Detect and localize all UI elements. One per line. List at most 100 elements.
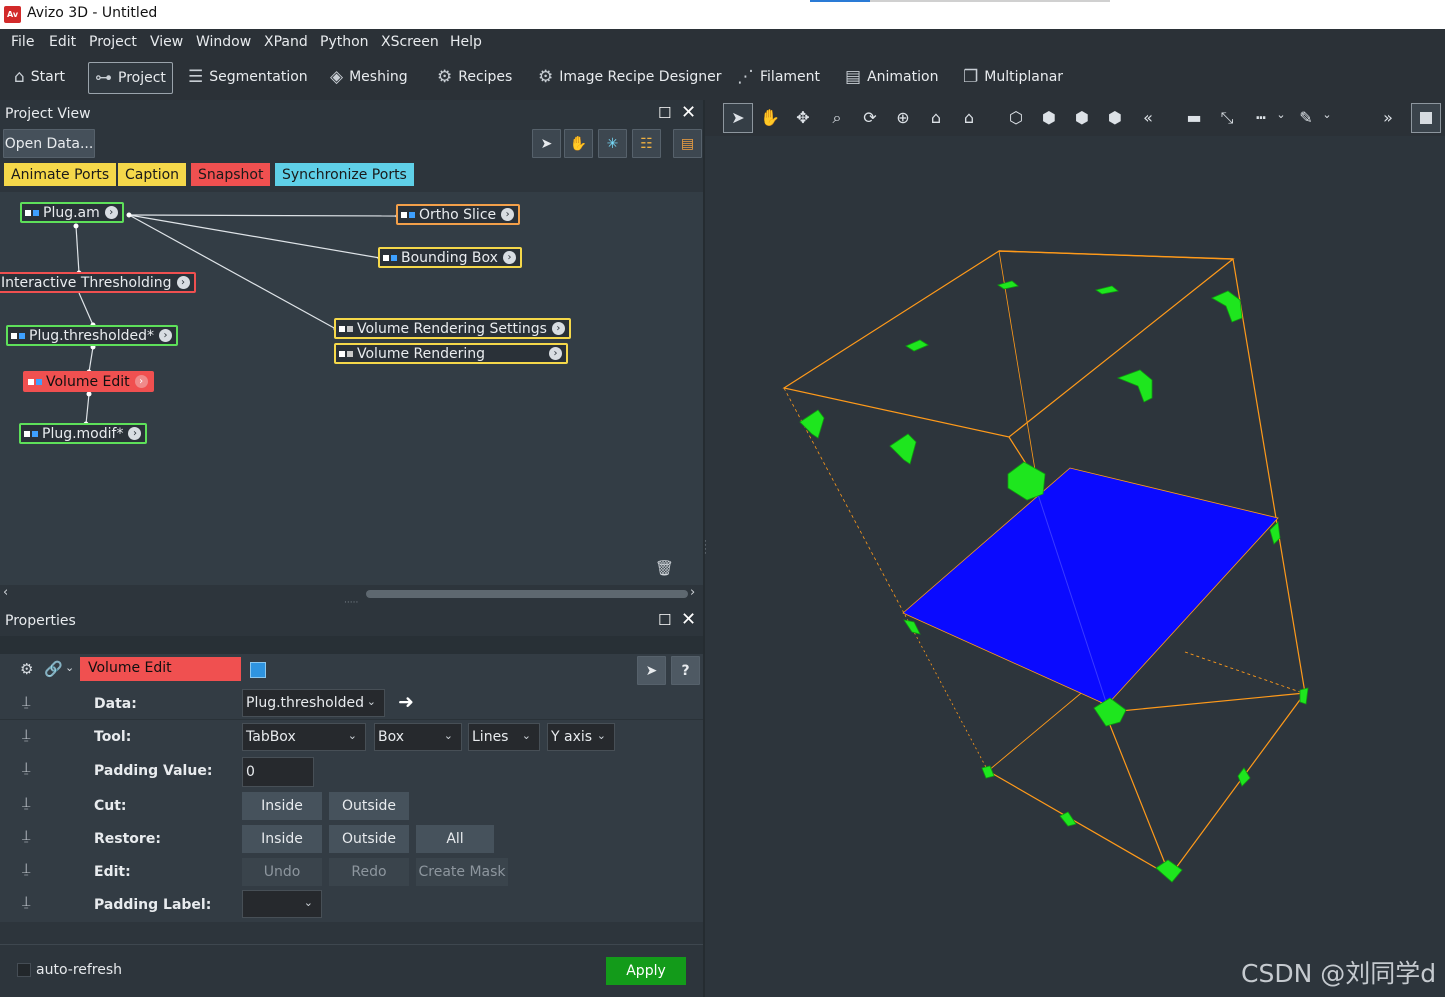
pin-icon[interactable]: ⍊ (22, 894, 30, 910)
node-viewer-toggle[interactable] (339, 325, 345, 332)
tree-view-button[interactable]: ▤ (673, 129, 702, 158)
pin-icon[interactable]: ⍊ (22, 828, 30, 844)
data-select[interactable]: Plug.thresholded ⌄ (242, 689, 385, 717)
node-viewer-toggle[interactable] (383, 254, 389, 261)
animate-ports-chip[interactable]: Animate Ports (4, 163, 117, 186)
handle[interactable] (1299, 687, 1309, 705)
zoom-icon[interactable]: ⌕ (826, 108, 848, 128)
hand-icon[interactable]: ✋ (759, 108, 781, 127)
undo-button[interactable]: Undo (242, 858, 322, 886)
handle[interactable] (1155, 859, 1183, 883)
handle[interactable] (889, 433, 917, 465)
arrow-right-icon[interactable]: ➜ (398, 691, 414, 713)
set-home-icon[interactable]: ⌂ (958, 108, 980, 127)
filament-button[interactable]: ⋰ Filament (737, 62, 820, 92)
trash-icon[interactable]: 🗑 (655, 559, 674, 577)
pin-icon[interactable]: ⍊ (22, 727, 30, 743)
color-list-button[interactable]: ☷ (632, 129, 661, 158)
view-axis-icon[interactable]: ⬢ (1071, 108, 1093, 127)
scroll-right-icon[interactable]: › (690, 585, 695, 600)
node-expand-icon[interactable]: › (551, 322, 565, 335)
viewer-layout-button[interactable] (1411, 103, 1441, 133)
viewer-splitter-handle[interactable]: · · · · (704, 538, 707, 559)
node-expand-icon[interactable]: › (176, 276, 190, 289)
node-viewer-toggle[interactable] (25, 209, 31, 216)
center-handle[interactable] (1007, 461, 1046, 501)
3d-scene[interactable] (705, 136, 1445, 997)
view-all-icon[interactable]: ⬢ (1038, 108, 1060, 127)
menu-project[interactable]: Project (89, 34, 137, 50)
node-expand-icon[interactable]: › (128, 427, 142, 440)
handle[interactable] (903, 619, 921, 635)
menu-python[interactable]: Python (320, 34, 369, 50)
auto-layout-button[interactable]: ✳ (598, 129, 627, 158)
node-interactive-thresholding[interactable]: Interactive Thresholding › (0, 272, 196, 293)
tool-select[interactable]: TabBox ⌄ (242, 723, 366, 751)
pick-icon[interactable]: ⤡ (1216, 108, 1238, 128)
perspective-icon[interactable]: ⬡ (1005, 108, 1027, 127)
recipes-button[interactable]: ⚙ Recipes (437, 62, 512, 92)
handle[interactable] (799, 409, 825, 439)
pan-mode-button[interactable]: ✋ (564, 129, 593, 158)
rotate-axis-icon[interactable]: « (1137, 108, 1159, 127)
chevron-down-icon[interactable]: ⌄ (1316, 108, 1338, 121)
node-viewer-toggle[interactable] (11, 332, 17, 339)
caption-chip[interactable]: Caption (118, 163, 187, 186)
start-button[interactable]: ⌂ Start (14, 62, 65, 92)
menu-file[interactable]: File (11, 34, 34, 50)
handle[interactable] (1116, 369, 1153, 403)
help-button[interactable]: ? (671, 656, 700, 685)
menu-help[interactable]: Help (450, 34, 482, 50)
float-properties-icon[interactable]: ☐ (658, 611, 671, 629)
node-expand-icon[interactable]: › (134, 375, 148, 388)
node-ortho-slice[interactable]: Ortho Slice › (396, 204, 521, 225)
project-button[interactable]: ⊶ Project (88, 62, 173, 94)
slice-plane[interactable] (902, 467, 1279, 706)
node-expand-icon[interactable]: › (501, 208, 515, 221)
layout-icon[interactable]: ▬ (1183, 108, 1205, 127)
animation-button[interactable]: ▤ Animation (845, 62, 938, 92)
measure-icon[interactable]: ┅ (1250, 108, 1272, 127)
apply-button[interactable]: Apply (606, 957, 686, 985)
node-volume-edit[interactable]: Volume Edit › (23, 371, 154, 392)
restore-inside-button[interactable]: Inside (242, 825, 322, 853)
module-pointer-button[interactable]: ➤ (637, 656, 666, 685)
handle[interactable] (1093, 697, 1127, 727)
node-plug-thresholded[interactable]: Plug.thresholded* › (6, 325, 178, 346)
node-plug-modif[interactable]: Plug.modif* › (19, 423, 148, 444)
node-volume-rendering-settings[interactable]: Volume Rendering Settings › (334, 318, 571, 339)
cut-outside-button[interactable]: Outside (329, 792, 409, 820)
menu-xpand[interactable]: XPand (264, 34, 308, 50)
pin-icon[interactable]: ⍊ (22, 795, 30, 811)
node-bounding-box[interactable]: Bounding Box › (378, 247, 522, 268)
redo-button[interactable]: Redo (329, 858, 409, 886)
module-color-swatch[interactable] (250, 662, 266, 678)
menu-window[interactable]: Window (196, 34, 251, 50)
restore-outside-button[interactable]: Outside (329, 825, 409, 853)
close-panel-icon[interactable]: ✕ (681, 102, 696, 123)
move-icon[interactable]: ✥ (792, 108, 814, 127)
padding-value-input[interactable]: 0 (242, 757, 314, 787)
chevron-down-icon[interactable]: ⌄ (65, 661, 74, 674)
snapshot-chip[interactable]: Snapshot (191, 163, 271, 186)
restore-all-button[interactable]: All (416, 825, 494, 853)
pointer-icon[interactable]: ➤ (727, 108, 749, 127)
link-icon[interactable]: 🔗 (44, 660, 63, 678)
handle[interactable] (1095, 285, 1119, 295)
menu-view[interactable]: View (150, 34, 183, 50)
pin-icon[interactable]: ⍊ (22, 861, 30, 877)
menu-edit[interactable]: Edit (49, 34, 76, 50)
settings-gear-icon[interactable]: ⚙ (20, 660, 33, 678)
pin-icon[interactable]: ⍊ (22, 694, 30, 710)
style-select[interactable]: Lines ⌄ (468, 723, 540, 751)
node-expand-icon[interactable]: › (549, 347, 562, 360)
seek-icon[interactable]: ⊕ (892, 108, 914, 127)
segmentation-button[interactable]: ☰ Segmentation (188, 62, 308, 92)
multiplanar-button[interactable]: ❐ Multiplanar (963, 62, 1063, 92)
padding-label-select[interactable]: ⌄ (242, 890, 322, 918)
rotate-icon[interactable]: ⟳ (859, 108, 881, 127)
image-recipe-designer-button[interactable]: ⚙ Image Recipe Designer (538, 62, 722, 92)
create-mask-button[interactable]: Create Mask (416, 858, 508, 886)
pin-icon[interactable]: ⍊ (22, 760, 30, 776)
synchronize-ports-chip[interactable]: Synchronize Ports (275, 163, 414, 186)
